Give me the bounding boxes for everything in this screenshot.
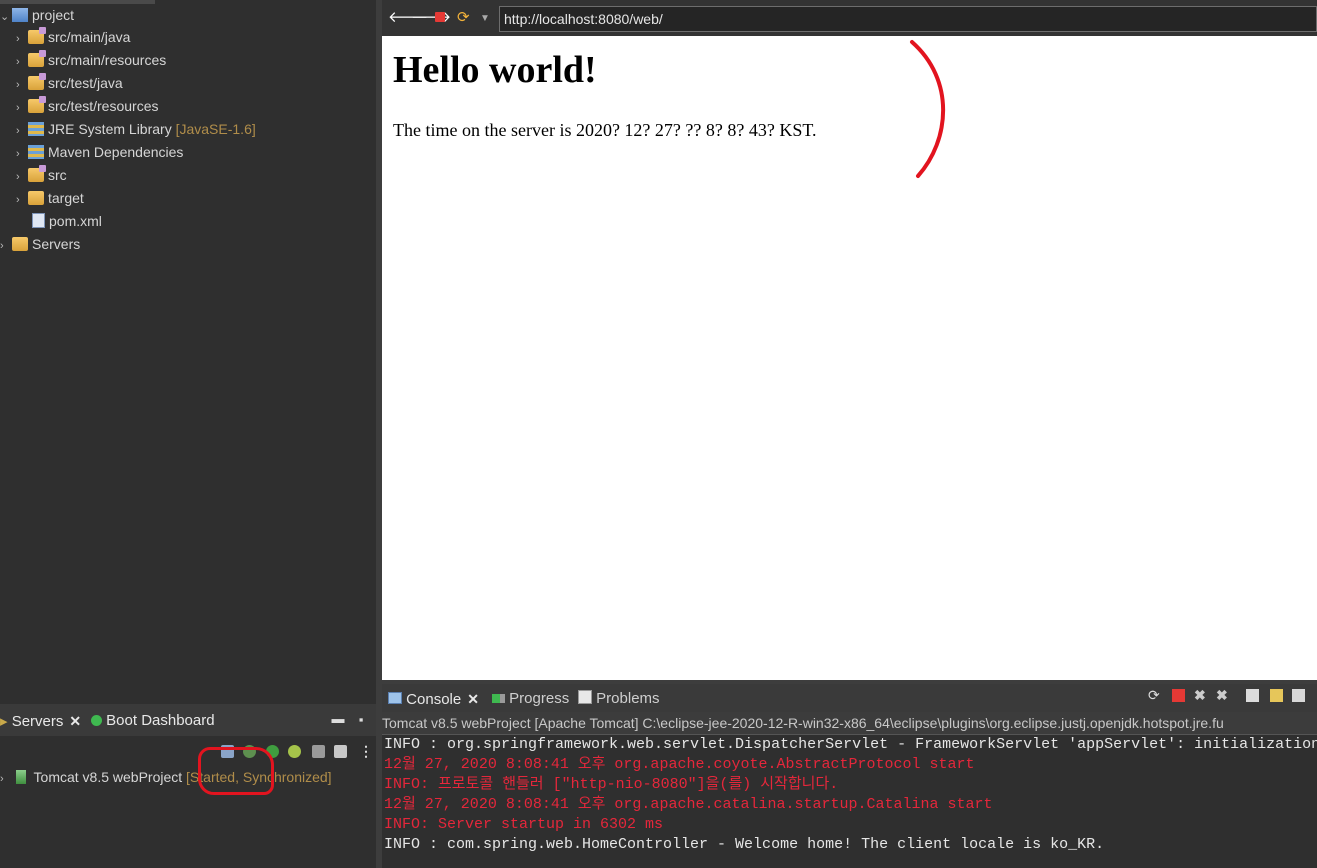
remove-launch-icon[interactable]: ✖ (1194, 688, 1207, 702)
console-launch-title: Tomcat v8.5 webProject [Apache Tomcat] C… (382, 712, 1317, 735)
close-icon[interactable]: ✕ (467, 691, 479, 707)
tab-console-label: Console (406, 691, 462, 708)
console-line: INFO: 프로토콜 핸들러 ["http-nio-8080"]을(를) 시작합… (384, 776, 839, 793)
tab-problems-label: Problems (596, 690, 660, 707)
console-line: INFO: Server startup in 6302 ms (384, 816, 664, 833)
clear-console-icon[interactable] (1246, 689, 1259, 702)
console-line: 12월 27, 2020 8:08:41 오후 org.apache.catal… (384, 796, 993, 813)
console-tabbar: Console ✕ Progress Problems ⟳ ✖ ✖ (382, 684, 1317, 712)
red-annotation-bracket (910, 40, 945, 178)
problems-icon (578, 690, 592, 704)
progress-icon (492, 694, 505, 703)
tab-problems[interactable]: Problems (578, 689, 660, 709)
console-line: INFO : org.springframework.web.servlet.D… (384, 736, 1317, 753)
pin-console-icon[interactable] (1292, 689, 1305, 702)
console-output[interactable]: INFO : org.springframework.web.servlet.D… (384, 735, 1317, 855)
terminate-icon[interactable] (1172, 689, 1185, 702)
console-line: 12월 27, 2020 8:08:41 오후 org.apache.coyot… (384, 756, 975, 773)
remove-all-icon[interactable]: ✖ (1216, 688, 1229, 702)
console-icon (388, 692, 402, 704)
tab-progress[interactable]: Progress (492, 689, 569, 709)
tab-console[interactable]: Console ✕ (388, 689, 479, 709)
console-line: INFO : com.spring.web.HomeController - W… (384, 836, 1105, 853)
console-view: Console ✕ Progress Problems ⟳ ✖ ✖ Tomcat … (382, 684, 1317, 868)
tab-progress-label: Progress (509, 690, 570, 707)
scroll-lock-icon[interactable] (1270, 689, 1283, 702)
terminate-relaunch-icon[interactable]: ⟳ (1148, 688, 1161, 702)
